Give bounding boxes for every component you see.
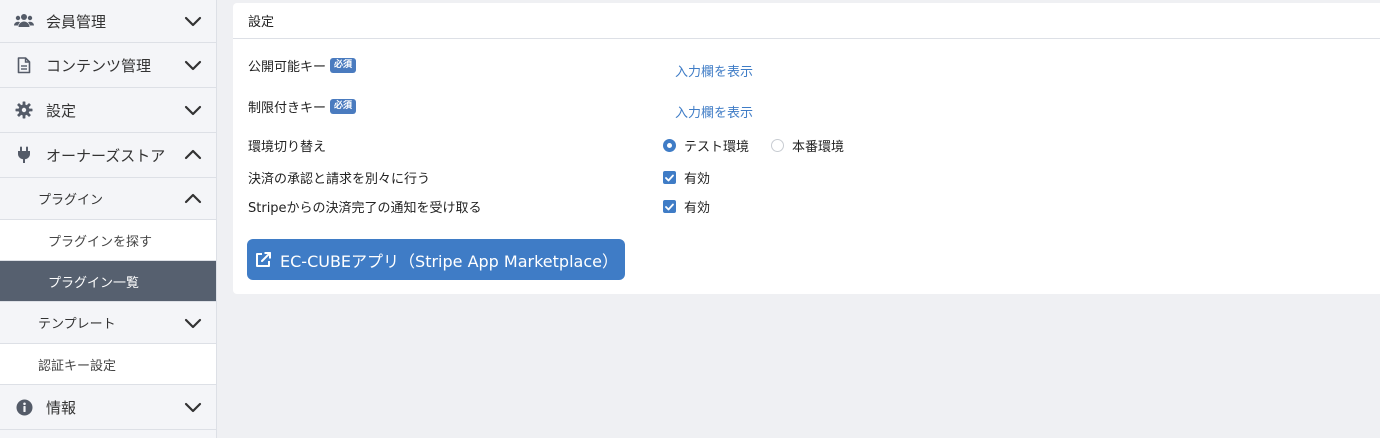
radio-unchecked[interactable] [771, 139, 785, 152]
notify-checkbox[interactable]: 有効 [663, 197, 710, 216]
radio-label: 本番環境 [792, 140, 845, 155]
check-icon [665, 174, 674, 181]
sidebar-item-plugin-list[interactable]: プラグイン一覧 [0, 261, 216, 302]
required-badge: 必須 [330, 58, 357, 73]
sidebar-item-template[interactable]: テンプレート [0, 302, 216, 344]
sidebar-item-label: プラグイン一覧 [48, 275, 140, 291]
chevron-down-icon [184, 15, 202, 27]
radio-label: テスト環境 [684, 140, 750, 155]
sidebar-item-label: プラグイン [38, 193, 104, 208]
env-option-test[interactable]: テスト環境 [663, 136, 749, 155]
field-label: 制限付きキー [248, 101, 327, 116]
chevron-up-icon [184, 193, 202, 205]
info-icon [14, 397, 34, 417]
users-icon [14, 11, 34, 31]
checkbox-checked[interactable] [663, 200, 676, 213]
sidebar-item-auth-key[interactable]: 認証キー設定 [0, 344, 216, 385]
check-icon [665, 203, 674, 210]
radio-checked[interactable] [663, 139, 676, 152]
publishable-key-label: 公開可能キー 必須 [248, 56, 357, 75]
sidebar-item-label: コンテンツ管理 [46, 56, 152, 75]
plug-icon [14, 145, 34, 165]
show-restricted-key-input-link[interactable]: 入力欄を表示 [675, 102, 753, 121]
sidebar-item-contents[interactable]: コンテンツ管理 [0, 43, 216, 88]
restricted-key-label: 制限付きキー 必須 [248, 97, 357, 116]
separate-auth-label: 決済の承認と請求を別々に行う [248, 172, 431, 187]
sidebar-item-label: 認証キー設定 [38, 358, 117, 374]
checkbox-label: 有効 [684, 201, 711, 216]
checkbox-label: 有効 [684, 172, 711, 187]
show-publishable-key-input-link[interactable]: 入力欄を表示 [675, 61, 753, 80]
chevron-down-icon [184, 401, 202, 413]
sidebar-item-info[interactable]: 情報 [0, 385, 216, 430]
ec-cube-app-button[interactable]: EC-CUBEアプリ（Stripe App Marketplace） [247, 239, 625, 280]
sidebar-item-label: テンプレート [38, 317, 116, 332]
sidebar-item-members[interactable]: 会員管理 [0, 0, 216, 43]
env-switch-label: 環境切り替え [248, 140, 327, 155]
sidebar: 会員管理 コンテンツ管理 設定 オーナーズストア プラグイン プラグインを探す … [0, 0, 217, 438]
card-title: 設定 [233, 3, 1380, 39]
sidebar-item-label: 設定 [46, 101, 77, 120]
chevron-down-icon [184, 104, 202, 116]
separate-auth-checkbox[interactable]: 有効 [663, 168, 710, 187]
sidebar-item-label: プラグインを探す [48, 234, 153, 250]
field-label: 公開可能キー [248, 60, 327, 75]
chevron-down-icon [184, 59, 202, 71]
gear-icon [14, 100, 34, 120]
button-label: EC-CUBEアプリ（Stripe App Marketplace） [280, 251, 618, 271]
env-radio-group: テスト環境 本番環境 [663, 136, 866, 155]
sidebar-item-label: オーナーズストア [46, 146, 166, 165]
chevron-down-icon [184, 317, 202, 329]
file-icon [14, 55, 34, 75]
sidebar-item-plugin[interactable]: プラグイン [0, 178, 216, 220]
required-badge: 必須 [330, 99, 357, 114]
sidebar-item-owners-store[interactable]: オーナーズストア [0, 133, 216, 178]
notify-label: Stripeからの決済完了の通知を受け取る [248, 201, 482, 216]
chevron-up-icon [184, 149, 202, 161]
sidebar-item-label: 会員管理 [46, 12, 107, 31]
settings-card: 設定 公開可能キー 必須 入力欄を表示 制限付きキー 必須 入力欄を表示 環境切… [233, 3, 1380, 294]
external-link-icon [254, 251, 272, 269]
sidebar-item-label: 情報 [46, 398, 77, 417]
env-option-production[interactable]: 本番環境 [771, 136, 844, 155]
sidebar-item-settings[interactable]: 設定 [0, 88, 216, 133]
checkbox-checked[interactable] [663, 171, 676, 184]
sidebar-item-find-plugin[interactable]: プラグインを探す [0, 220, 216, 261]
